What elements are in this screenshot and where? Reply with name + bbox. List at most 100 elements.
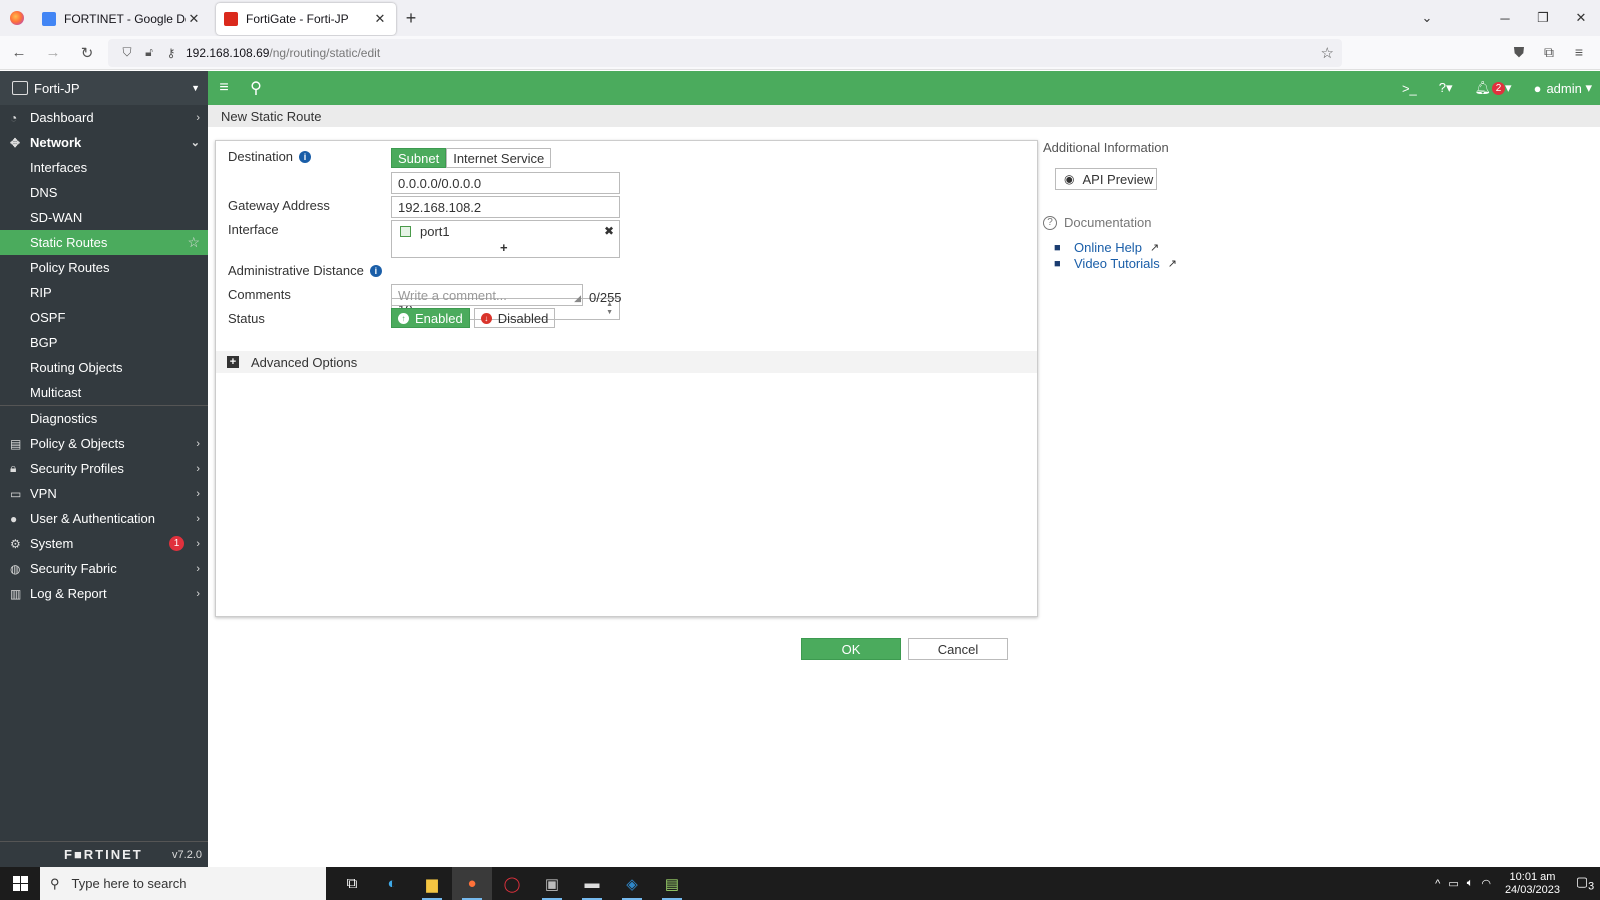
tab-fortigate[interactable]: FortiGate - Forti-JP ✕: [216, 3, 396, 35]
bookmark-star-icon[interactable]: ☆: [1321, 44, 1334, 62]
chevron-right-icon: ›: [196, 587, 200, 600]
sidebar-item-sd-wan[interactable]: SD-WAN: [0, 205, 208, 230]
notification-center-icon[interactable]: ▢3: [1570, 874, 1600, 893]
sidebar-item-policy-objects[interactable]: ▤ Policy & Objects ›: [0, 431, 208, 456]
volume-icon[interactable]: 🔈︎: [1467, 877, 1474, 890]
tray-chevron-icon[interactable]: ^: [1435, 878, 1440, 890]
tab-title: FORTINET - Google Docs: [64, 12, 186, 26]
comments-textarea[interactable]: Write a comment... ◢: [391, 284, 583, 306]
interface-field[interactable]: port1 ✖ +: [391, 220, 620, 258]
sidebar-item-label: User & Authentication: [30, 511, 156, 526]
file-explorer-icon[interactable]: ▆: [412, 867, 452, 900]
notifications-bell-icon[interactable]: 🔔︎ 2 ▾: [1475, 80, 1512, 96]
add-interface-icon[interactable]: +: [500, 240, 508, 255]
tab-google-docs[interactable]: FORTINET - Google Docs ✕: [34, 3, 210, 35]
star-icon[interactable]: ☆: [187, 234, 200, 251]
info-icon[interactable]: i: [299, 150, 312, 163]
api-preview-button[interactable]: ◉ API Preview: [1055, 168, 1157, 190]
sidebar-item-log-report[interactable]: ▥ Log & Report ›: [0, 581, 208, 606]
device-selector[interactable]: Forti-JP ▼: [0, 71, 208, 105]
virtualbox-icon[interactable]: ◈: [612, 867, 652, 900]
lock-icon[interactable]: 🔓︎: [138, 45, 160, 60]
ok-button[interactable]: OK: [801, 638, 901, 660]
advanced-options-toggle[interactable]: + Advanced Options: [216, 351, 1037, 373]
resize-grip-icon[interactable]: ◢: [574, 293, 581, 304]
video-camera-icon: ■: [1054, 257, 1061, 270]
url-bar[interactable]: ⛉ 🔓︎ ⚷ 192.168.108.69/ng/routing/static/…: [108, 38, 1342, 67]
sidebar-item-security-profiles[interactable]: 🔒︎ Security Profiles ›: [0, 456, 208, 481]
key-icon[interactable]: ⚷: [160, 46, 182, 60]
destination-input[interactable]: 0.0.0.0/0.0.0.0: [391, 172, 620, 194]
online-help-link[interactable]: ■ Online Help ↗: [1054, 240, 1159, 255]
firefox-taskbar-icon[interactable]: ●: [452, 867, 492, 900]
sidebar-item-interfaces[interactable]: Interfaces: [0, 155, 208, 180]
minimize-icon[interactable]: ─: [1486, 11, 1524, 26]
remove-icon[interactable]: ✖: [604, 224, 614, 238]
user-icon: ●: [10, 511, 18, 526]
shield-icon[interactable]: ⛉: [116, 45, 138, 60]
start-button[interactable]: [0, 867, 40, 900]
close-icon[interactable]: ✕: [186, 11, 202, 27]
clock-date: 24/03/2023: [1504, 883, 1560, 896]
close-window-icon[interactable]: ✕: [1562, 10, 1600, 26]
info-icon[interactable]: i: [369, 264, 382, 277]
extensions-icon[interactable]: ⧉: [1534, 44, 1564, 61]
sidebar-item-routing-objects[interactable]: Routing Objects: [0, 355, 208, 380]
tab-list-icon[interactable]: ⌄: [1408, 10, 1446, 26]
hamburger-menu-icon[interactable]: ≡: [208, 79, 240, 97]
sidebar-item-multicast[interactable]: Multicast: [0, 380, 208, 405]
sidebar-item-static-routes[interactable]: Static Routes ☆: [0, 230, 208, 255]
subnet-option[interactable]: Subnet: [391, 148, 447, 168]
windows-logo-icon: [12, 876, 28, 891]
app-window-icon[interactable]: ▣: [532, 867, 572, 900]
chevron-right-icon: ›: [196, 437, 200, 450]
taskbar-search[interactable]: ⚲ Type here to search: [40, 867, 326, 900]
admin-menu[interactable]: ● admin ▾: [1534, 80, 1592, 96]
terminal-icon[interactable]: ▬: [572, 867, 612, 900]
menu-icon[interactable]: ≡: [1564, 44, 1594, 61]
sidebar-item-rip[interactable]: RIP: [0, 280, 208, 305]
lock-icon: 🔒︎: [10, 461, 17, 475]
sidebar-item-security-fabric[interactable]: ◍ Security Fabric ›: [0, 556, 208, 581]
network-tray-icon[interactable]: ▭: [1448, 877, 1458, 890]
sidebar-item-label: DNS: [30, 185, 58, 200]
disabled-button[interactable]: ↓ Disabled: [473, 308, 556, 328]
internet-service-option[interactable]: Internet Service: [446, 148, 552, 168]
video-tutorials-link[interactable]: ■ Video Tutorials ↗: [1054, 256, 1177, 271]
cancel-button[interactable]: Cancel: [908, 638, 1008, 660]
sidebar-item-bgp[interactable]: BGP: [0, 330, 208, 355]
reload-icon[interactable]: ↻: [72, 44, 102, 62]
notepad-icon[interactable]: ▤: [652, 867, 692, 900]
restore-icon[interactable]: ❐: [1524, 10, 1562, 26]
browser-nav-bar: ← → ↻ ⛉ 🔓︎ ⚷ 192.168.108.69/ng/routing/s…: [0, 36, 1600, 70]
gateway-input[interactable]: 192.168.108.2: [391, 196, 620, 218]
sidebar-item-diagnostics[interactable]: Diagnostics: [0, 406, 208, 431]
sidebar-item-label: Diagnostics: [30, 411, 98, 426]
sidebar-item-vpn[interactable]: ▭ VPN ›: [0, 481, 208, 506]
distance-label: Administrative Distance: [228, 263, 364, 278]
edge-icon[interactable]: ◐: [372, 867, 412, 900]
task-view-icon[interactable]: ⧉: [332, 867, 372, 900]
sidebar-item-user-authentication[interactable]: ● User & Authentication ›: [0, 506, 208, 531]
pocket-icon[interactable]: ⛊: [1504, 44, 1534, 61]
help-icon[interactable]: ?▾: [1439, 80, 1453, 96]
opera-icon[interactable]: ◯: [492, 867, 532, 900]
wifi-icon[interactable]: ◠: [1481, 877, 1491, 890]
new-tab-button[interactable]: +: [396, 8, 426, 29]
sidebar-item-policy-routes[interactable]: Policy Routes: [0, 255, 208, 280]
sidebar-item-dashboard[interactable]: ◔ Dashboard ›: [0, 105, 208, 130]
taskbar-clock[interactable]: 10:01 am 24/03/2023: [1505, 871, 1560, 897]
sidebar-item-system[interactable]: ⚙ System 1 ›: [0, 531, 208, 556]
firefox-icon[interactable]: [0, 0, 34, 36]
sidebar-item-network[interactable]: ✥ Network ⌄: [0, 130, 208, 155]
sidebar-item-label: Network: [30, 135, 82, 150]
sidebar-item-dns[interactable]: DNS: [0, 180, 208, 205]
search-icon[interactable]: ⚲: [240, 78, 272, 98]
back-icon[interactable]: ←: [4, 44, 34, 61]
close-icon[interactable]: ✕: [372, 11, 388, 27]
enabled-button[interactable]: ↑ Enabled: [391, 308, 470, 328]
cli-console-icon[interactable]: >_: [1402, 81, 1417, 96]
sidebar-item-ospf[interactable]: OSPF: [0, 305, 208, 330]
status-toggle: ↑ Enabled ↓ Disabled: [391, 308, 559, 328]
forward-icon[interactable]: →: [38, 44, 68, 61]
